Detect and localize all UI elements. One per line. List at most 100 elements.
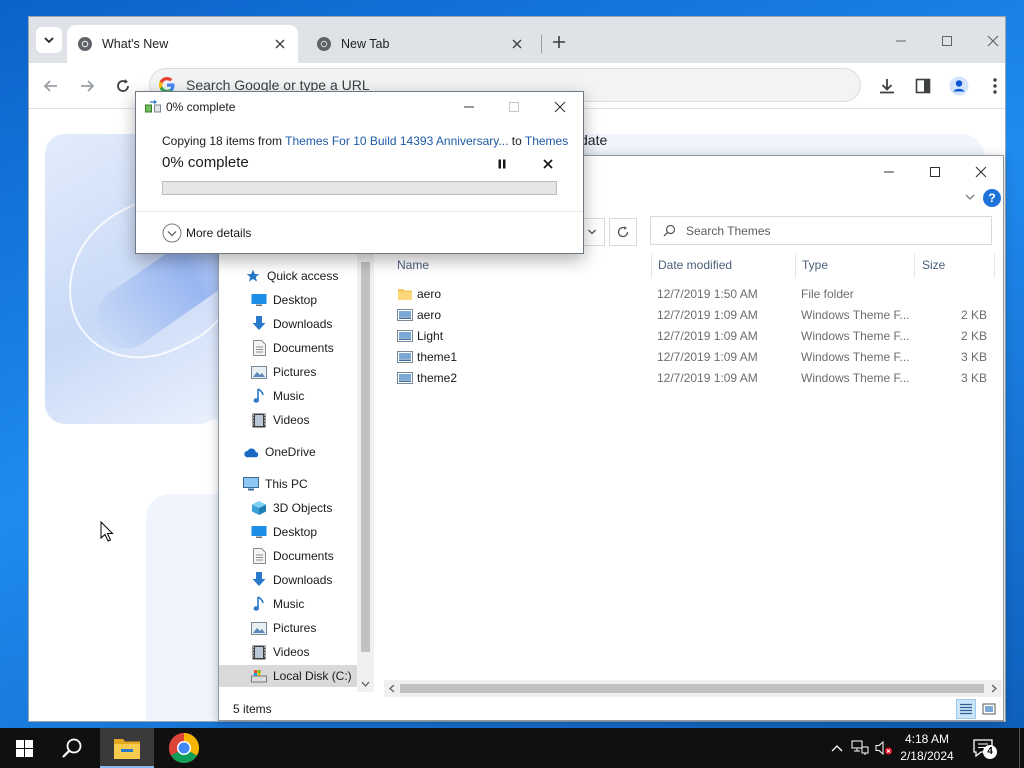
- close-tab-icon[interactable]: [509, 36, 525, 52]
- nav-item-downloads[interactable]: Downloads: [219, 569, 373, 591]
- scroll-right-icon[interactable]: [990, 684, 998, 693]
- file-row[interactable]: Light 12/7/2019 1:09 AM Windows Theme F.…: [394, 326, 994, 347]
- column-separator[interactable]: [994, 254, 995, 278]
- nav-item-desktop-quick[interactable]: Desktop: [219, 289, 373, 311]
- scroll-down-icon[interactable]: [361, 680, 370, 688]
- nav-item-music[interactable]: Music: [219, 593, 373, 615]
- search-button[interactable]: [48, 728, 96, 768]
- column-separator[interactable]: [795, 254, 796, 278]
- minimize-button[interactable]: [458, 96, 480, 118]
- pause-button[interactable]: [492, 156, 512, 172]
- search-box[interactable]: [650, 216, 992, 245]
- videos-icon: [251, 412, 267, 428]
- tab-whats-new[interactable]: What's New: [67, 25, 298, 63]
- file-row[interactable]: aero 12/7/2019 1:09 AM Windows Theme F..…: [394, 305, 994, 326]
- music-icon: [251, 388, 267, 404]
- nav-item-pictures-quick[interactable]: Pictures: [219, 361, 373, 383]
- scrollbar-thumb[interactable]: [400, 684, 984, 693]
- chevron-down-icon: [587, 229, 596, 235]
- back-button[interactable]: [41, 76, 61, 96]
- nav-label: This PC: [265, 477, 308, 491]
- nav-label: Pictures: [273, 365, 317, 379]
- percent-complete: 0% complete: [162, 154, 249, 171]
- close-button[interactable]: [549, 96, 571, 118]
- copy-description: Copying 18 items from Themes For 10 Buil…: [162, 134, 568, 148]
- large-icons-view-button[interactable]: [979, 699, 999, 719]
- scrollbar-thumb[interactable]: [361, 262, 370, 652]
- more-details-toggle[interactable]: More details: [162, 222, 251, 244]
- nav-item-videos-quick[interactable]: Videos: [219, 409, 373, 431]
- scroll-left-icon[interactable]: [388, 684, 396, 693]
- tab-search-button[interactable]: [36, 27, 62, 53]
- close-button[interactable]: [983, 31, 1003, 51]
- clock-time: 4:18 AM: [904, 732, 950, 746]
- nav-item-local-disk[interactable]: Local Disk (C:): [219, 665, 373, 687]
- minimize-icon: [896, 40, 906, 42]
- column-header-type[interactable]: Type: [802, 252, 914, 278]
- mouse-pointer-icon: [100, 521, 114, 542]
- nav-item-onedrive[interactable]: OneDrive: [219, 441, 373, 463]
- minimize-button[interactable]: [879, 162, 899, 182]
- reload-button[interactable]: [113, 76, 133, 96]
- column-separator[interactable]: [651, 254, 652, 278]
- nav-item-documents-quick[interactable]: Documents: [219, 337, 373, 359]
- column-header-date-modified[interactable]: Date modified: [658, 252, 794, 278]
- navigation-scrollbar[interactable]: [357, 252, 374, 692]
- nav-item-this-pc[interactable]: This PC: [219, 473, 373, 495]
- nav-item-videos[interactable]: Videos: [219, 641, 373, 663]
- file-name: theme2: [417, 371, 458, 385]
- file-row[interactable]: theme2 12/7/2019 1:09 AM Windows Theme F…: [394, 368, 994, 389]
- nav-item-downloads-quick[interactable]: Downloads: [219, 313, 373, 335]
- maximize-button[interactable]: [925, 162, 945, 182]
- source-link[interactable]: Themes For 10 Build 14393 Anniversary...: [285, 134, 508, 148]
- search-icon: [62, 738, 82, 758]
- nav-item-desktop[interactable]: Desktop: [219, 521, 373, 543]
- nav-item-documents[interactable]: Documents: [219, 545, 373, 567]
- nav-label: Downloads: [273, 317, 333, 331]
- search-input[interactable]: [686, 223, 986, 238]
- nav-label: Documents: [273, 341, 334, 355]
- nav-item-pictures[interactable]: Pictures: [219, 617, 373, 639]
- file-row[interactable]: aero 12/7/2019 1:50 AM File folder: [394, 284, 994, 305]
- details-view-icon: [960, 703, 972, 715]
- expand-ribbon-icon[interactable]: [963, 190, 977, 204]
- nav-item-music-quick[interactable]: Music: [219, 385, 373, 407]
- destination-link[interactable]: Themes: [525, 134, 568, 148]
- file-row[interactable]: theme1 12/7/2019 1:09 AM Windows Theme F…: [394, 347, 994, 368]
- refresh-button[interactable]: [609, 218, 637, 246]
- tab-new-tab[interactable]: New Tab: [306, 25, 535, 63]
- network-button[interactable]: [851, 738, 869, 758]
- horizontal-scrollbar[interactable]: [384, 680, 1002, 697]
- nav-item-3d-objects[interactable]: 3D Objects: [219, 497, 373, 519]
- network-icon: [851, 740, 869, 755]
- details-view-button[interactable]: [956, 699, 976, 719]
- show-desktop-button[interactable]: [1019, 728, 1024, 768]
- maximize-button[interactable]: [937, 31, 957, 51]
- downloads-button[interactable]: [877, 76, 897, 96]
- side-panel-button[interactable]: [913, 76, 933, 96]
- taskbar-file-explorer[interactable]: [100, 728, 154, 768]
- column-header-size[interactable]: Size: [922, 252, 992, 278]
- profile-button[interactable]: [949, 76, 969, 96]
- system-clock[interactable]: 4:18 AM 2/18/2024: [886, 731, 968, 765]
- close-button[interactable]: [971, 162, 991, 182]
- new-tab-button[interactable]: [549, 32, 569, 52]
- help-button[interactable]: ?: [983, 189, 1001, 207]
- status-bar: 5 items: [219, 697, 1003, 720]
- arrow-left-icon: [43, 80, 57, 92]
- taskbar-chrome[interactable]: [158, 728, 210, 768]
- side-panel-icon: [915, 78, 931, 94]
- forward-button[interactable]: [77, 76, 97, 96]
- nav-item-quick-access[interactable]: Quick access: [219, 265, 373, 287]
- start-button[interactable]: [0, 728, 48, 768]
- nav-label: 3D Objects: [273, 501, 333, 515]
- minimize-button[interactable]: [891, 31, 911, 51]
- menu-button[interactable]: [985, 76, 1005, 96]
- close-tab-icon[interactable]: [272, 36, 288, 52]
- cancel-copy-button[interactable]: [538, 156, 558, 172]
- column-header-name[interactable]: Name: [397, 252, 652, 278]
- chrome-favicon-icon: [78, 37, 92, 51]
- minimize-icon: [884, 171, 894, 173]
- show-hidden-icons-button[interactable]: [828, 738, 846, 758]
- column-separator[interactable]: [914, 254, 915, 278]
